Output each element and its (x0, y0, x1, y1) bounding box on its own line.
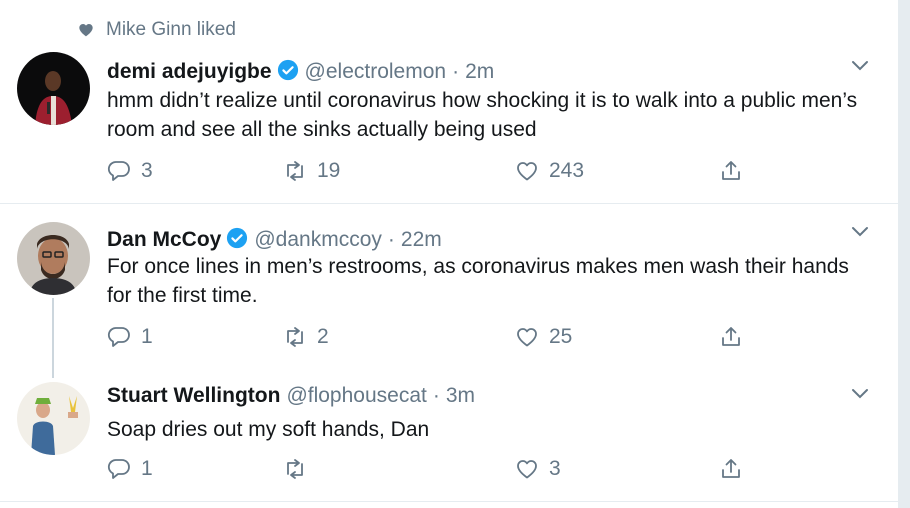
retweet-icon (287, 161, 303, 181)
tweet-1[interactable]: Mike Ginn liked demi adejuyigbe @electro… (0, 0, 898, 203)
timestamp[interactable]: 22m (401, 228, 442, 252)
tweet-actions: 1 2 25 (107, 325, 757, 353)
chevron-down-icon[interactable] (851, 388, 869, 400)
tweet-2[interactable]: Dan McCoy @dankmccoy · 22m For once line… (0, 204, 898, 368)
timeline: Mike Ginn liked demi adejuyigbe @electro… (0, 0, 898, 508)
like-count: 3 (549, 457, 561, 480)
retweet-button[interactable]: 2 (283, 325, 329, 349)
tweet-3[interactable]: Stuart Wellington @flophousecat · 3m Soa… (0, 368, 898, 501)
like-button[interactable]: 3 (515, 457, 561, 481)
heart-outline-icon (517, 460, 537, 479)
reply-button[interactable]: 1 (107, 457, 153, 481)
share-button[interactable] (719, 457, 753, 481)
social-context-text: Mike Ginn liked (106, 19, 236, 40)
reply-icon (107, 459, 130, 479)
tweet-text: Soap dries out my soft hands, Dan (107, 418, 430, 441)
retweet-button[interactable] (283, 457, 317, 481)
display-name[interactable]: Stuart Wellington (107, 384, 280, 408)
user-handle[interactable]: @dankmccoy (254, 228, 382, 252)
social-context[interactable]: Mike Ginn liked (78, 19, 236, 40)
chevron-down-icon[interactable] (851, 60, 869, 72)
reply-count: 3 (141, 159, 153, 182)
like-button[interactable]: 25 (515, 325, 572, 349)
retweet-icon (287, 459, 303, 479)
heart-icon (79, 24, 93, 37)
share-button[interactable] (719, 325, 753, 349)
retweet-button[interactable]: 19 (283, 159, 340, 183)
tweet-header: Stuart Wellington @flophousecat · 3m (107, 384, 475, 408)
avatar[interactable] (17, 222, 90, 295)
reply-button[interactable]: 1 (107, 325, 153, 349)
reply-icon (107, 161, 130, 181)
separator: · (432, 384, 440, 407)
reply-count: 1 (141, 457, 153, 480)
share-button[interactable] (719, 159, 753, 183)
retweet-count: 19 (317, 159, 341, 182)
timestamp[interactable]: 2m (465, 60, 494, 84)
verified-badge-icon (227, 227, 248, 249)
tweet-header: Dan McCoy @dankmccoy · 22m (107, 224, 442, 252)
like-count: 243 (549, 159, 585, 182)
tweet-text: hmm didn’t realize until coronavirus how… (107, 89, 858, 141)
reply-button[interactable]: 3 (107, 159, 153, 183)
separator: · (452, 60, 460, 83)
user-handle[interactable]: @electrolemon (305, 60, 447, 84)
tweet-header: demi adejuyigbe @electrolemon · 2m (107, 56, 494, 84)
tweet-actions: 3 19 243 (107, 159, 757, 187)
timestamp[interactable]: 3m (446, 384, 475, 408)
thread-connector-line (52, 298, 54, 378)
reply-count: 1 (141, 325, 153, 348)
share-icon (722, 459, 740, 478)
heart-outline-icon (517, 328, 537, 347)
display-name[interactable]: demi adejuyigbe (107, 60, 272, 84)
like-count: 25 (549, 325, 573, 348)
heart-outline-icon (517, 162, 537, 181)
tweet-actions: 1 3 (107, 457, 757, 485)
avatar[interactable] (17, 382, 90, 455)
chevron-down-icon[interactable] (851, 226, 869, 238)
share-icon (722, 161, 740, 180)
tweet-divider (0, 501, 898, 502)
display-name[interactable]: Dan McCoy (107, 228, 221, 252)
verified-badge-icon (277, 59, 298, 81)
reply-icon (107, 327, 130, 347)
avatar[interactable] (17, 52, 90, 125)
separator: · (387, 228, 395, 251)
retweet-count: 2 (317, 325, 329, 348)
user-handle[interactable]: @flophousecat (286, 384, 426, 408)
retweet-icon (287, 327, 303, 347)
tweet-text: For once lines in men’s restrooms, as co… (107, 255, 849, 307)
share-icon (722, 327, 740, 346)
like-button[interactable]: 243 (515, 159, 584, 183)
